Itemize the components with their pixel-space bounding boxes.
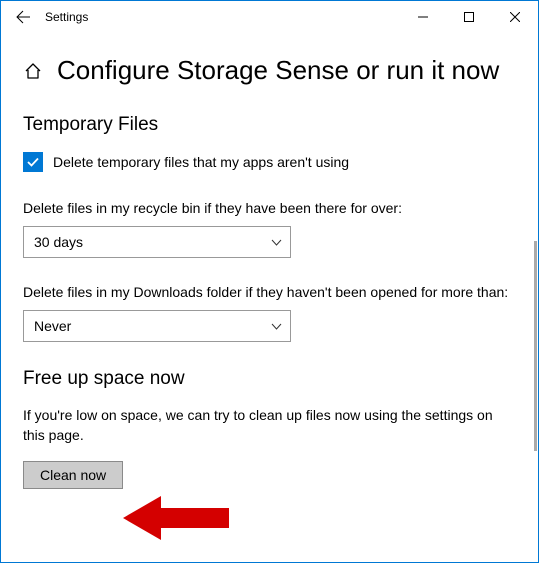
arrow-left-icon xyxy=(15,9,31,25)
close-button[interactable] xyxy=(492,1,538,33)
dropdown-recycle-bin[interactable]: 30 days xyxy=(23,226,291,258)
maximize-button[interactable] xyxy=(446,1,492,33)
back-button[interactable] xyxy=(9,3,37,31)
chevron-down-icon xyxy=(271,237,282,248)
window-title: Settings xyxy=(45,10,400,24)
content-area: Configure Storage Sense or run it now Te… xyxy=(1,33,538,489)
annotation-arrow-icon xyxy=(123,493,233,543)
section-heading-free-up: Free up space now xyxy=(23,368,516,390)
page-header: Configure Storage Sense or run it now xyxy=(23,55,516,86)
window-controls xyxy=(400,1,538,33)
label-recycle-bin: Delete files in my recycle bin if they h… xyxy=(23,200,516,216)
home-icon[interactable] xyxy=(23,61,43,81)
check-icon xyxy=(26,155,40,169)
clean-now-button[interactable]: Clean now xyxy=(23,461,123,489)
dropdown-downloads[interactable]: Never xyxy=(23,310,291,342)
close-icon xyxy=(510,12,520,22)
free-up-description: If you're low on space, we can try to cl… xyxy=(23,406,516,445)
page-title: Configure Storage Sense or run it now xyxy=(57,55,499,86)
checkbox-delete-temp[interactable] xyxy=(23,152,43,172)
titlebar: Settings xyxy=(1,1,538,33)
scrollbar[interactable] xyxy=(534,241,537,451)
dropdown-recycle-value: 30 days xyxy=(34,234,83,250)
checkbox-row-delete-temp: Delete temporary files that my apps aren… xyxy=(23,152,516,172)
maximize-icon xyxy=(464,12,474,22)
minimize-button[interactable] xyxy=(400,1,446,33)
chevron-down-icon xyxy=(271,321,282,332)
minimize-icon xyxy=(418,12,428,22)
label-downloads: Delete files in my Downloads folder if t… xyxy=(23,284,516,300)
section-heading-temporary-files: Temporary Files xyxy=(23,114,516,136)
dropdown-downloads-value: Never xyxy=(34,318,71,334)
checkbox-label-delete-temp: Delete temporary files that my apps aren… xyxy=(53,154,349,170)
